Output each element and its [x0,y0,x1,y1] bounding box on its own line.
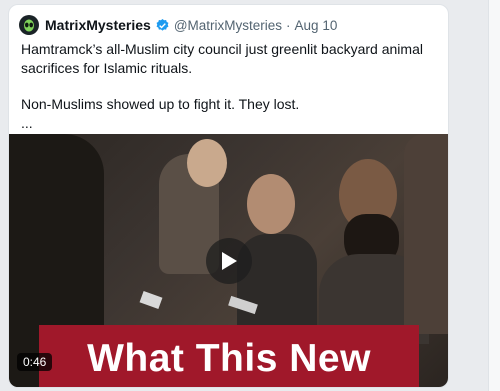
user-handle[interactable]: @MatrixMysteries [174,18,282,33]
play-icon [222,252,237,270]
alien-icon [24,19,34,32]
avatar[interactable] [19,15,39,35]
video-duration: 0:46 [17,353,53,371]
video-frame-person [404,134,448,334]
tweet-card[interactable]: MatrixMysteries @MatrixMysteries · Aug 1… [8,4,449,388]
video-caption-banner: What This New [39,325,419,387]
tweet-text-line: Hamtramck’s all-Muslim city council just… [21,41,423,76]
tweet-header: MatrixMysteries @MatrixMysteries · Aug 1… [19,14,337,36]
tweet-text-line: Non-Muslims showed up to fight it. They … [21,96,300,112]
video-frame-person [247,174,295,234]
tweet-text: Hamtramck’s all-Muslim city council just… [21,40,441,132]
show-more-ellipsis[interactable]: ... [21,114,441,133]
video-frame-phone [139,290,163,310]
adjacent-panel [488,0,500,391]
verified-badge-icon [156,18,169,31]
play-button[interactable] [206,238,252,284]
display-name[interactable]: MatrixMysteries [45,17,151,33]
separator-dot: · [286,17,291,33]
video-caption-text: What This New [87,337,371,380]
video-frame-person [187,139,227,187]
tweet-date[interactable]: Aug 10 [295,18,338,33]
video-player[interactable]: What This New 0:46 [9,134,448,387]
